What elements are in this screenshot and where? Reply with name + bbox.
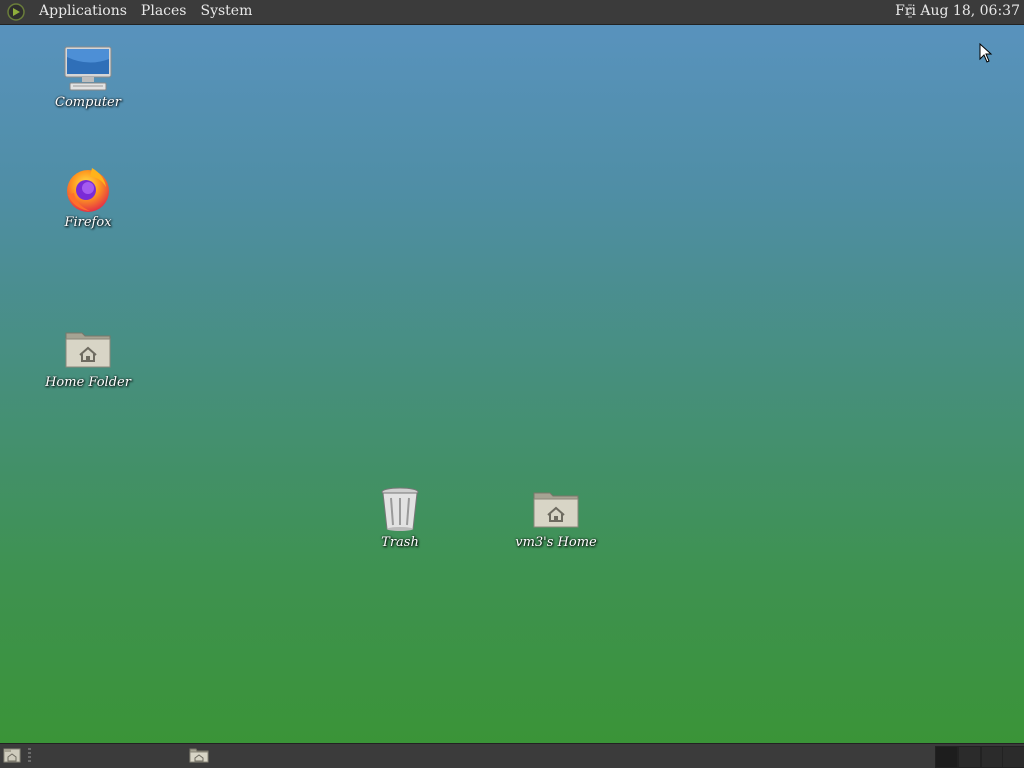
- workspace-2[interactable]: [958, 746, 981, 768]
- workspace-1[interactable]: [935, 746, 958, 768]
- desktop-icon-label: Firefox: [64, 215, 112, 230]
- trash-icon: [376, 485, 424, 533]
- workspace-3[interactable]: [981, 746, 1004, 768]
- desktop-background: [0, 0, 1024, 768]
- panel-handle[interactable]: [28, 748, 31, 764]
- desktop-icon-label: Home Folder: [45, 375, 131, 390]
- home-folder-icon: [532, 485, 580, 533]
- firefox-icon: [64, 165, 112, 213]
- top-panel: Applications Places System Fri Aug 18, 0…: [0, 0, 1024, 25]
- desktop-icon-home-folder[interactable]: Home Folder: [43, 325, 133, 390]
- clock[interactable]: Fri Aug 18, 06:37: [885, 0, 1020, 24]
- desktop-icon-computer[interactable]: Computer: [43, 45, 133, 110]
- desktop-icon-vm3-home[interactable]: vm3's Home: [511, 485, 601, 550]
- menu-logo-icon[interactable]: [6, 2, 26, 22]
- home-folder-icon[interactable]: [189, 747, 209, 767]
- home-folder-icon: [64, 325, 112, 373]
- mouse-cursor-icon: [979, 42, 993, 67]
- computer-monitor-icon: [64, 45, 112, 93]
- desktop-icon-label: Computer: [55, 95, 121, 110]
- desktop-icon-firefox[interactable]: Firefox: [43, 165, 133, 230]
- workspace-4[interactable]: [1002, 746, 1024, 768]
- show-desktop-icon[interactable]: [3, 747, 21, 767]
- menu-places[interactable]: Places: [134, 0, 194, 24]
- bottom-panel: [0, 743, 1024, 768]
- menu-applications[interactable]: Applications: [32, 0, 134, 24]
- desktop-icon-trash[interactable]: Trash: [355, 485, 445, 550]
- desktop-icon-label: Trash: [381, 535, 419, 550]
- desktop-icon-label: vm3's Home: [515, 535, 597, 550]
- menu-system[interactable]: System: [193, 0, 259, 24]
